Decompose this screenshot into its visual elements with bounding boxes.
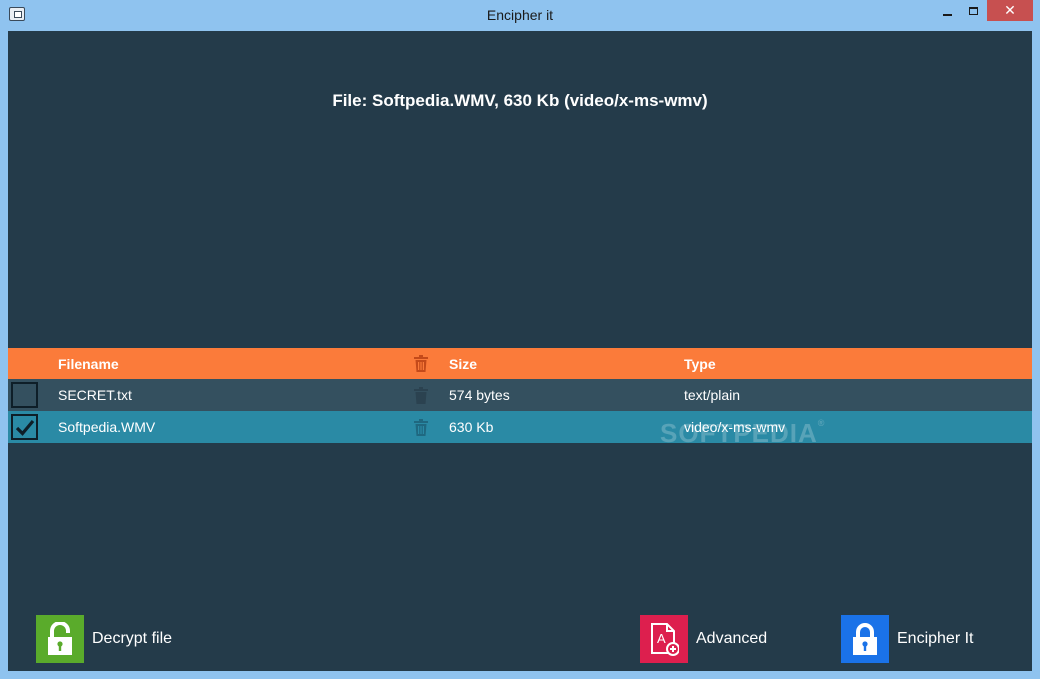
close-icon: ✕ [1004, 2, 1016, 18]
advanced-button[interactable]: A Advanced [640, 614, 767, 663]
encipher-it-button[interactable]: Encipher It [841, 614, 973, 663]
table-header: Filename Size Type [8, 348, 1032, 379]
window-title: Encipher it [486, 7, 554, 23]
close-button[interactable]: ✕ [987, 0, 1033, 21]
row-size: 630 Kb [449, 419, 494, 435]
row-checkbox[interactable] [11, 414, 38, 440]
trash-icon [411, 348, 431, 379]
delete-row-icon[interactable] [411, 379, 431, 411]
column-header-filename[interactable]: Filename [58, 348, 119, 379]
title-bar: Encipher it ✕ [0, 0, 1040, 31]
decrypt-file-label: Decrypt file [92, 629, 173, 647]
encipher-it-label: Encipher It [897, 629, 974, 647]
checkmark-icon [15, 419, 35, 436]
maximize-button[interactable] [960, 0, 987, 21]
main-panel: File: Softpedia.WMV, 630 Kb (video/x-ms-… [8, 31, 1032, 671]
table-row[interactable]: SECRET.txt 574 bytes text/plain [8, 379, 1032, 411]
file-table: Filename Size Type SECRET.txt 574 bytes … [8, 348, 1032, 448]
row-size: 574 bytes [449, 387, 510, 403]
locked-padlock-icon [841, 614, 889, 663]
row-filename: Softpedia.WMV [58, 419, 156, 435]
file-info-label: File: Softpedia.WMV, 630 Kb (video/x-ms-… [332, 91, 708, 110]
delete-row-icon[interactable] [411, 411, 431, 443]
table-row[interactable]: Softpedia.WMV 630 Kb video/x-ms-wmv SOFT… [8, 411, 1032, 448]
row-filename: SECRET.txt [58, 387, 132, 403]
minimize-icon [942, 13, 952, 16]
row-type: video/x-ms-wmv [684, 419, 786, 435]
row-checkbox[interactable] [11, 382, 38, 408]
decrypt-file-button[interactable]: Decrypt file [36, 614, 172, 663]
column-header-type[interactable]: Type [684, 348, 716, 379]
svg-text:A: A [657, 631, 666, 646]
row-type: text/plain [684, 387, 741, 403]
advanced-label: Advanced [696, 629, 768, 647]
unlocked-padlock-icon [36, 614, 84, 663]
document-settings-icon: A [640, 614, 688, 663]
maximize-icon [969, 6, 978, 15]
column-header-size[interactable]: Size [449, 348, 477, 379]
minimize-button[interactable] [934, 0, 960, 21]
